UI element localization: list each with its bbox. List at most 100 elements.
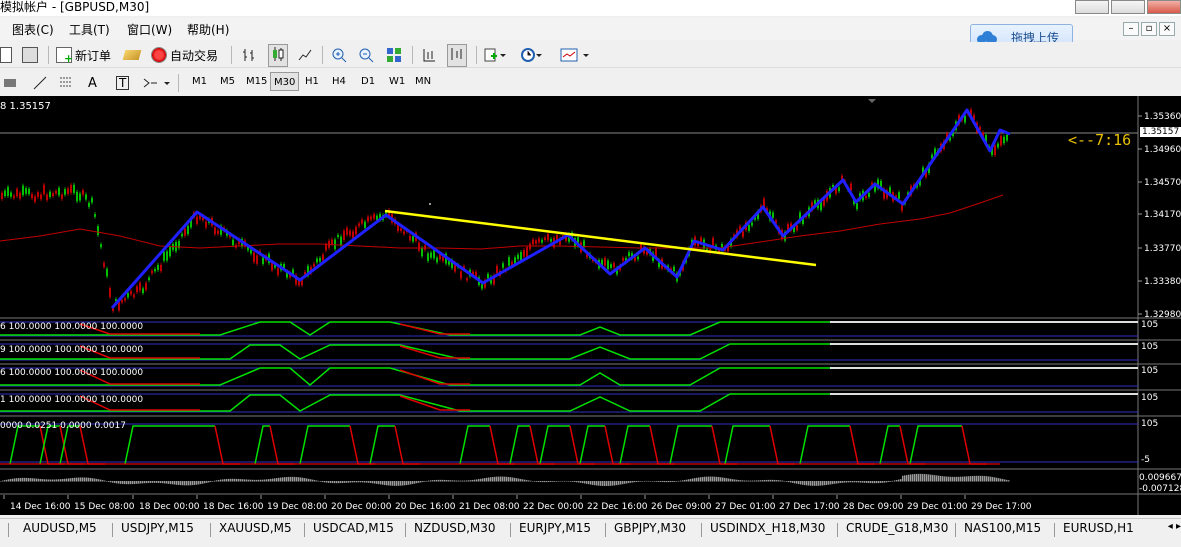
current-price-label: 1.35157 (1140, 127, 1181, 137)
profile-icon[interactable] (22, 45, 38, 65)
time-tick-label: 27 Dec 01:00 (715, 502, 776, 512)
indicator-4-label: 1 100.0000 100.0000 100.0000 (0, 395, 144, 405)
time-tick-label: 27 Dec 17:00 (779, 502, 840, 512)
time-tick-label: 19 Dec 08:00 (267, 502, 328, 512)
timeframe-m5[interactable]: M5 (217, 72, 238, 91)
chart-shift-icon[interactable] (447, 43, 467, 67)
symbol-tab[interactable]: XAUUSD,M5 (219, 521, 292, 535)
child-minimize-button[interactable]: – (1123, 22, 1139, 36)
time-tick-label: 21 Dec 08:00 (459, 502, 520, 512)
timeframe-m15[interactable]: M15 (243, 72, 270, 91)
timeframe-m30[interactable]: M30 (270, 72, 300, 91)
line-tool-icon[interactable] (32, 73, 48, 93)
maximize-button[interactable] (1111, 0, 1145, 14)
time-tick-label: 29 Dec 01:00 (907, 502, 968, 512)
shapes-tool-icon[interactable] (142, 73, 172, 93)
time-tick-label: 29 Dec 17:00 (971, 502, 1032, 512)
symbol-tab[interactable]: EURUSD,H1 (1063, 521, 1134, 535)
timeframe-h1[interactable]: H1 (302, 72, 322, 91)
templates-icon[interactable] (560, 45, 590, 65)
window-controls (1073, 0, 1181, 16)
new-order-button[interactable]: + 新订单 (56, 45, 111, 65)
cursor-icon[interactable] (4, 73, 16, 93)
new-order-icon: + (56, 47, 73, 64)
timeframe-mn[interactable]: MN (412, 72, 434, 91)
price-chart[interactable]: 1.35360 1.34960 1.34570 1.34170 1.33770 1.333… (0, 96, 1181, 515)
indicator-4-scale: 105 (1141, 393, 1159, 403)
menu-help[interactable]: 帮助(H) (187, 21, 229, 38)
symbol-tab[interactable]: GBPJPY,M30 (614, 521, 686, 535)
symbol-tab[interactable]: AUDUSD,M5 (23, 521, 97, 535)
child-restore-button[interactable]: ▫ (1141, 22, 1157, 36)
symbol-tab[interactable]: USDJPY,M15 (121, 521, 194, 535)
indicator-2-label: 9 100.0000 100.0000 100.0000 (0, 345, 144, 355)
histogram-scale-bottom: -0.007128 (1139, 484, 1181, 494)
menu-window[interactable]: 窗口(W) (127, 21, 172, 38)
time-tick-label: 14 Dec 16:00 (10, 502, 71, 512)
indicator-2-scale: 105 (1141, 342, 1159, 352)
timeframe-m1[interactable]: M1 (189, 72, 210, 91)
line-chart-icon[interactable] (297, 45, 313, 65)
indicator-5-scale-top: 105 (1141, 419, 1159, 429)
tab-scroll-arrows-icon[interactable]: ◂ ▸ (1168, 521, 1181, 532)
symbol-tab[interactable]: EURJPY,M15 (519, 521, 591, 535)
zigzag-line (110, 108, 1011, 309)
symbol-tab[interactable]: NZDUSD,M30 (414, 521, 496, 535)
auto-trade-icon (151, 47, 167, 63)
chart-window[interactable]: 1.35360 1.34960 1.34570 1.34170 1.33770 1.333… (0, 96, 1181, 515)
candlestick-chart-icon[interactable] (268, 43, 288, 67)
indicators-icon[interactable] (484, 45, 506, 65)
indicator-1-scale: 105 (1141, 320, 1159, 330)
symbol-tab[interactable]: NAS100,M15 (964, 521, 1041, 535)
timeframe-h4[interactable]: H4 (329, 72, 349, 91)
menu-tools[interactable]: 工具(T) (69, 21, 110, 38)
histogram-scale-top: 0.009667 (1139, 473, 1181, 483)
text-tool-icon[interactable]: A (88, 73, 97, 93)
symbol-tab[interactable]: USDINDX_H18,M30 (710, 521, 825, 535)
time-tick-label: 18 Dec 16:00 (203, 502, 264, 512)
time-tick-label: 18 Dec 00:00 (139, 502, 200, 512)
main-toolbar: + 新订单 自动交易 (0, 42, 1181, 68)
indicator-1-label: 6 100.0000 100.0000 100.0000 (0, 322, 144, 332)
time-tick-label: 22 Dec 16:00 (587, 502, 648, 512)
channel-tool-icon[interactable] (58, 73, 76, 93)
child-close-button[interactable]: × (1159, 22, 1175, 36)
chart-icon[interactable] (0, 45, 12, 65)
timeframe-w1[interactable]: W1 (386, 72, 408, 91)
auto-scroll-icon[interactable] (421, 45, 437, 65)
periods-clock-icon[interactable] (520, 45, 542, 65)
indicator-3-label: 6 100.0000 100.0000 100.0000 (0, 368, 144, 378)
auto-trade-button[interactable]: 自动交易 (151, 45, 218, 65)
indicator-panels (0, 321, 1138, 465)
child-window-controls: – ▫ × (1123, 22, 1175, 36)
zoom-in-icon[interactable] (331, 45, 347, 65)
time-tick-label: 22 Dec 00:00 (523, 502, 584, 512)
price-tick-label: 1.33380 (1144, 277, 1181, 287)
price-tick-label: 1.32980 (1144, 310, 1181, 320)
window-title: 模拟帐户 - [GBPUSD,M30] (0, 0, 150, 14)
zoom-out-icon[interactable] (358, 45, 374, 65)
label-tool-icon[interactable]: T (116, 73, 130, 93)
countdown-label: <--7:16 (1068, 131, 1132, 149)
symbol-tab[interactable]: USDCAD,M15 (313, 521, 394, 535)
bar-chart-icon[interactable] (241, 45, 257, 65)
drawing-toolbar: A T M1 M5 M15 M30 H1 H4 D1 W1 MN (0, 70, 1181, 94)
menu-chart[interactable]: 图表(C) (12, 21, 54, 38)
time-tick-label: 15 Dec 08:00 (74, 502, 135, 512)
price-scale: 1.35360 1.34960 1.34570 1.34170 1.33770 1.333… (1138, 112, 1181, 320)
tile-windows-icon[interactable] (386, 45, 402, 65)
title-bar: 模拟帐户 - [GBPUSD,M30] (0, 0, 1181, 16)
timeframe-d1[interactable]: D1 (358, 72, 378, 91)
close-button[interactable] (1147, 0, 1181, 14)
price-tick-label: 1.33770 (1144, 244, 1181, 254)
minimize-button[interactable] (1075, 0, 1109, 14)
price-tick-label: 1.35360 (1144, 112, 1181, 122)
symbol-tab[interactable]: CRUDE_G18,M30 (846, 521, 948, 535)
gold-bars-icon[interactable] (122, 45, 142, 65)
time-tick-label: 26 Dec 09:00 (651, 502, 712, 512)
indicator-3-scale: 105 (1141, 366, 1159, 376)
price-tick-label: 1.34570 (1144, 178, 1181, 188)
moving-average-line (0, 194, 1004, 250)
price-tick-label: 1.34960 (1144, 145, 1181, 155)
indicator-5-scale-bottom: -5 (1141, 455, 1150, 465)
